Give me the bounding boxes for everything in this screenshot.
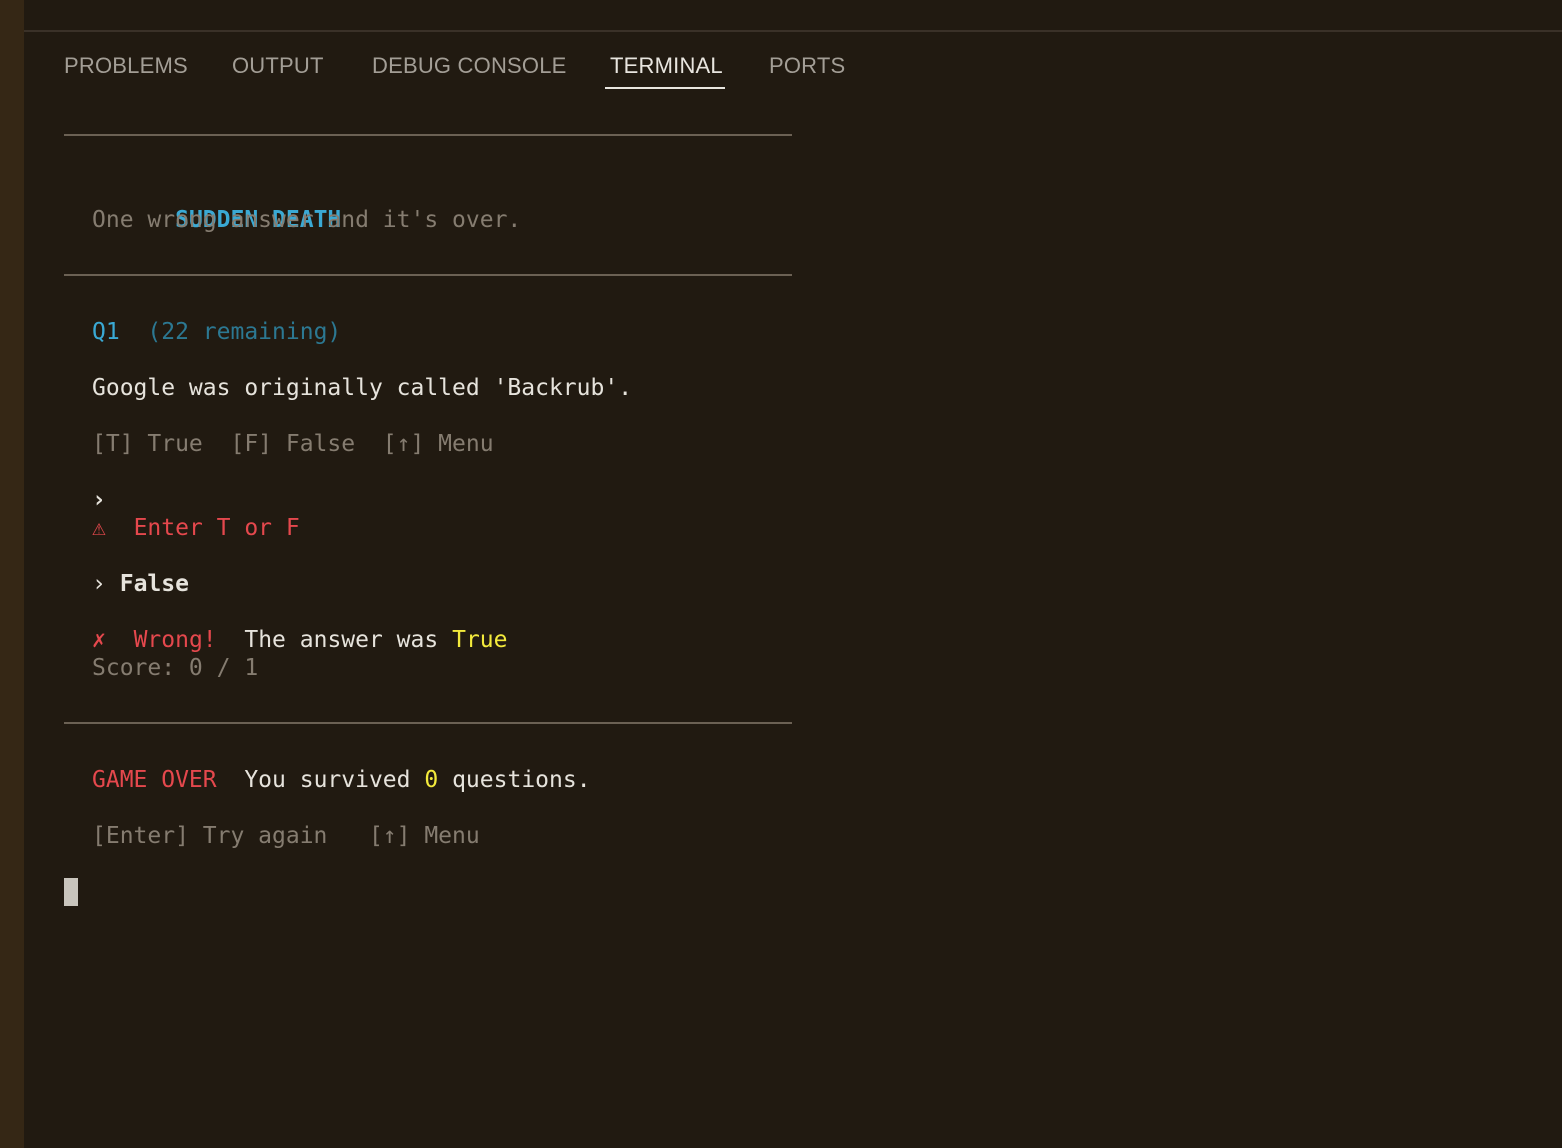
active-tab-indicator (605, 87, 725, 89)
tab-problems[interactable]: PROBLEMS (64, 50, 188, 82)
warning-icon: ⚠ (92, 515, 106, 541)
divider (64, 722, 792, 724)
tab-terminal[interactable]: TERMINAL (610, 50, 723, 82)
game-over-line: GAME OVER You survived 0 questions. (92, 766, 591, 794)
divider (64, 274, 792, 276)
result-line: ✗ Wrong! The answer was True (92, 626, 507, 654)
result-text: The answer was (244, 627, 439, 653)
input-prompt: › (92, 571, 106, 597)
survived-suffix: questions. (452, 767, 591, 793)
question-text: Google was originally called 'Backrub'. (92, 375, 633, 401)
app-window: PROBLEMS OUTPUT DEBUG CONSOLE TERMINAL P… (0, 0, 1562, 1148)
tab-output[interactable]: OUTPUT (232, 50, 324, 82)
activity-bar-edge (0, 0, 24, 1148)
game-over-options: [Enter] Try again [↑] Menu (92, 823, 480, 849)
questions-remaining: (22 remaining) (147, 319, 342, 345)
question-header: Q1 (22 remaining) (92, 318, 341, 346)
tab-ports[interactable]: PORTS (769, 50, 845, 82)
answer-options: [T] True [F] False [↑] Menu (92, 431, 494, 457)
input-prompt: › (92, 487, 106, 513)
user-answer: False (119, 571, 189, 597)
divider (64, 134, 792, 136)
tab-debug-console[interactable]: DEBUG CONSOLE (372, 50, 567, 82)
survived-text: You survived (244, 767, 411, 793)
cross-icon: ✗ (92, 627, 106, 653)
mode-subtitle: One wrong answer and it's over. (92, 207, 522, 233)
question-number: Q1 (92, 319, 120, 345)
survived-count: 0 (424, 767, 439, 793)
game-over-label: GAME OVER (92, 767, 217, 793)
warning-text: Enter T or F (133, 515, 300, 541)
score: Score: 0 / 1 (92, 655, 259, 681)
panel-top-border (24, 30, 1562, 32)
result-label: Wrong! (133, 627, 217, 653)
terminal-cursor (64, 878, 78, 906)
correct-answer: True (452, 627, 508, 653)
answer-line: › False (92, 570, 189, 598)
terminal-output[interactable]: SUDDEN DEATH One wrong answer and it's o… (64, 100, 1524, 1120)
validation-warning: ⚠ Enter T or F (92, 514, 300, 542)
